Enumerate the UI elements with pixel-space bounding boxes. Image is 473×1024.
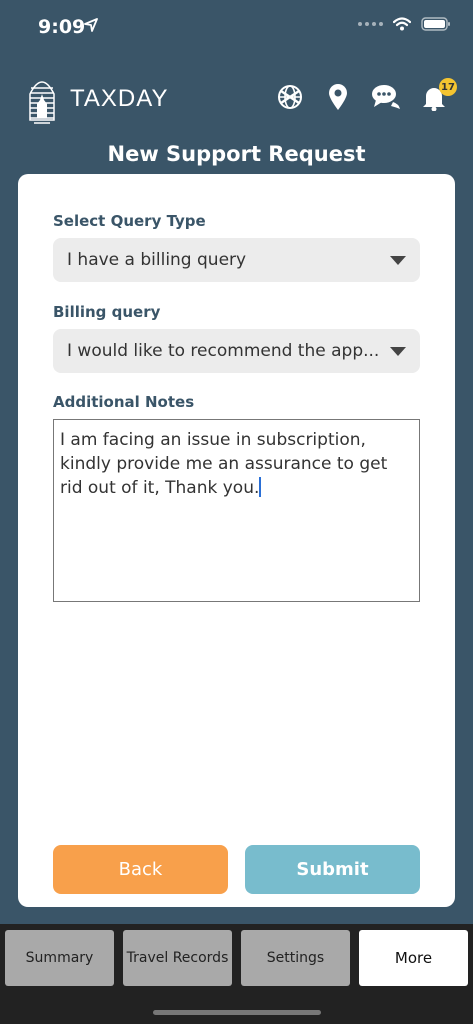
app-header: TAXDAY 17 bbox=[0, 70, 473, 130]
text-cursor bbox=[259, 477, 262, 497]
wifi-icon bbox=[393, 17, 411, 31]
location-arrow-icon bbox=[84, 18, 98, 32]
additional-notes-label: Additional Notes bbox=[53, 393, 195, 411]
dropdown-caret-icon bbox=[390, 347, 406, 356]
query-type-label: Select Query Type bbox=[53, 212, 206, 230]
tab-settings[interactable]: Settings bbox=[241, 930, 350, 986]
billing-query-label: Billing query bbox=[53, 303, 161, 321]
tab-travel-records[interactable]: Travel Records bbox=[123, 930, 232, 986]
brand-name: TAXDAY bbox=[70, 85, 169, 112]
billing-query-select[interactable]: I would like to recommend the app... bbox=[53, 329, 420, 373]
bell-icon[interactable]: 17 bbox=[419, 78, 457, 112]
billing-query-value: I would like to recommend the app... bbox=[67, 341, 380, 361]
home-indicator bbox=[153, 1010, 321, 1015]
tab-more[interactable]: More bbox=[359, 930, 468, 986]
submit-button[interactable]: Submit bbox=[245, 845, 420, 894]
signal-dots-icon bbox=[358, 22, 383, 26]
page-title: New Support Request bbox=[107, 142, 366, 166]
taxday-logo-icon bbox=[29, 81, 55, 124]
location-pin-icon[interactable] bbox=[323, 82, 353, 112]
query-type-value: I have a billing query bbox=[67, 250, 247, 270]
chat-icon[interactable] bbox=[371, 82, 401, 112]
battery-icon bbox=[421, 17, 450, 31]
notification-badge: 17 bbox=[439, 78, 457, 96]
globe-icon[interactable] bbox=[275, 82, 305, 112]
additional-notes-textarea[interactable]: I am facing an issue in subscription, ki… bbox=[53, 419, 420, 602]
back-button[interactable]: Back bbox=[53, 845, 228, 894]
status-time: 9:09 bbox=[38, 16, 86, 38]
notes-text: I am facing an issue in subscription, ki… bbox=[60, 430, 388, 498]
tab-summary[interactable]: Summary bbox=[5, 930, 114, 986]
tab-bar: Summary Travel Records Settings More bbox=[0, 924, 473, 1024]
query-type-select[interactable]: I have a billing query bbox=[53, 238, 420, 282]
support-request-card: Select Query Type I have a billing query… bbox=[18, 174, 455, 907]
status-bar: 9:09 bbox=[0, 0, 473, 54]
dropdown-caret-icon bbox=[390, 256, 406, 265]
